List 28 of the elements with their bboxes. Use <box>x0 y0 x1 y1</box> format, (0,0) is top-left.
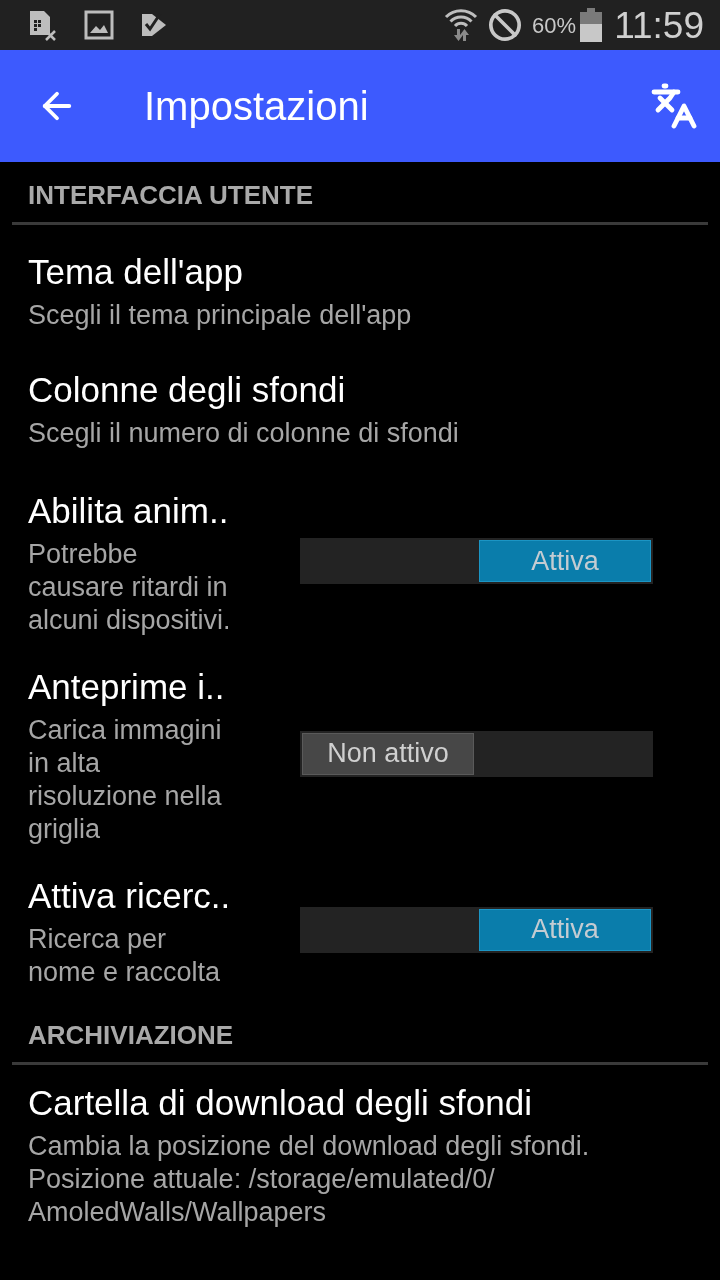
setting-summary: Scegli il tema principale dell'app <box>28 299 413 332</box>
setting-row[interactable]: Tema dell'app Scegli il tema principale dell'app <box>0 225 720 352</box>
toggle-switch[interactable]: Non attivo <box>300 730 653 777</box>
setting-summary: Cambia la posizione del download degli sfondi. Posizione attuale: /storage/emulated/0/AmoledWalls/Wallpapers <box>28 1130 591 1229</box>
image-icon <box>84 10 114 40</box>
translate-icon[interactable] <box>650 82 698 130</box>
clock-time: 11:59 <box>614 6 704 44</box>
setting-title: Colonne degli sfondi <box>28 370 347 410</box>
setting-row[interactable]: Colonne degli sfondi Scegli il numero di colonne di sfondi <box>0 352 720 470</box>
sim-card-off-icon <box>28 9 58 41</box>
setting-summary: Scegli il numero di colonne di sfondi <box>28 417 460 450</box>
section-header: INTERFACCIA UTENTE <box>28 179 315 212</box>
setting-title: Abilita anim.. <box>28 491 230 531</box>
setting-row[interactable]: Cartella di download degli sfondi Cambia la posizione del download degli sfondi. Posizione attuale: /storage/emulated/0/AmoledWalls/Wallpapers <box>0 1065 720 1249</box>
setting-title: Tema dell'app <box>28 252 244 292</box>
setting-title: Cartella di download degli sfondi <box>28 1083 533 1123</box>
setting-summary: Potrebbe causare ritardi in alcuni dispositivi. <box>28 538 232 637</box>
do-not-disturb-icon <box>488 8 523 42</box>
setting-title: Attiva ricerc.. <box>28 876 232 916</box>
setting-summary: Ricerca per nome e raccolta <box>28 923 222 989</box>
setting-summary: Carica immagini in alta risoluzione nella griglia <box>28 714 223 846</box>
battery-percent: 60% <box>532 11 577 40</box>
setting-title: Anteprime i.. <box>28 667 226 707</box>
toggle-thumb[interactable]: Non attivo <box>302 732 474 775</box>
wifi-icon <box>444 7 479 43</box>
toolbar-title: Impostazioni <box>144 83 369 130</box>
battery-icon <box>580 8 603 42</box>
section-header: ARCHIVIAZIONE <box>28 1019 235 1052</box>
